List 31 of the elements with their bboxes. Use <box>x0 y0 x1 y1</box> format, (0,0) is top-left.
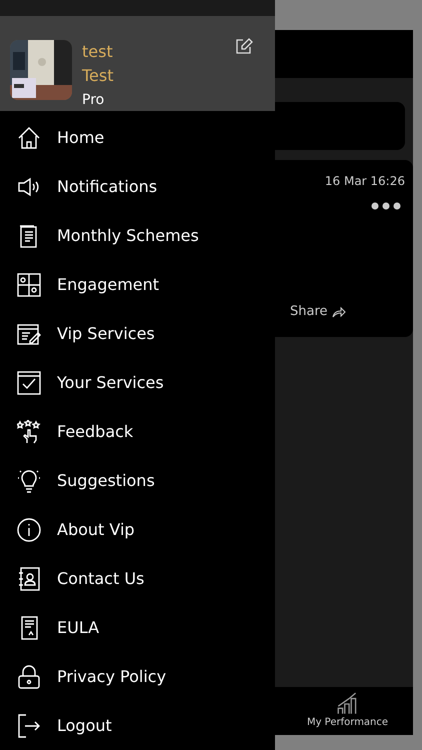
menu-item[interactable]: Monthly Schemes <box>57 224 199 248</box>
menu-item[interactable]: Logout <box>57 714 112 738</box>
logout-icon <box>17 714 41 738</box>
house-icon <box>17 126 41 150</box>
checkbox-icon <box>17 370 41 394</box>
share-arrow-icon <box>332 306 346 318</box>
lightbulb-icon <box>17 468 41 492</box>
membership-label: Pro <box>82 91 106 110</box>
menu-item[interactable]: EULA <box>57 616 100 640</box>
contact-book-icon <box>17 566 41 590</box>
menu-item[interactable]: About Vip <box>57 518 135 542</box>
menu-item[interactable]: Feedback <box>57 420 134 444</box>
menu-item[interactable]: Suggestions <box>57 468 155 492</box>
padlock-icon <box>17 664 41 688</box>
browser-edit-icon <box>17 322 41 346</box>
menu-item[interactable]: Your Services <box>57 370 164 394</box>
menu-item[interactable]: Privacy Policy <box>57 664 166 688</box>
display-name: Test <box>82 65 114 87</box>
menu-item[interactable]: Home <box>57 126 104 150</box>
info-icon <box>17 518 41 542</box>
stars-hand-icon <box>17 420 41 444</box>
menu-item[interactable]: Engagement <box>57 272 160 296</box>
menu-item[interactable]: Vip Services <box>57 322 155 346</box>
more-icon[interactable] <box>371 202 401 210</box>
menu-item[interactable]: Notifications <box>57 174 158 198</box>
post-time: 16 Mar 16:26 <box>324 173 405 190</box>
menu-item[interactable]: Contact Us <box>57 566 144 590</box>
puzzle-icon <box>17 272 41 296</box>
edit-icon[interactable] <box>236 38 253 54</box>
username: test <box>82 41 114 63</box>
share-button[interactable]: Share <box>290 302 346 322</box>
